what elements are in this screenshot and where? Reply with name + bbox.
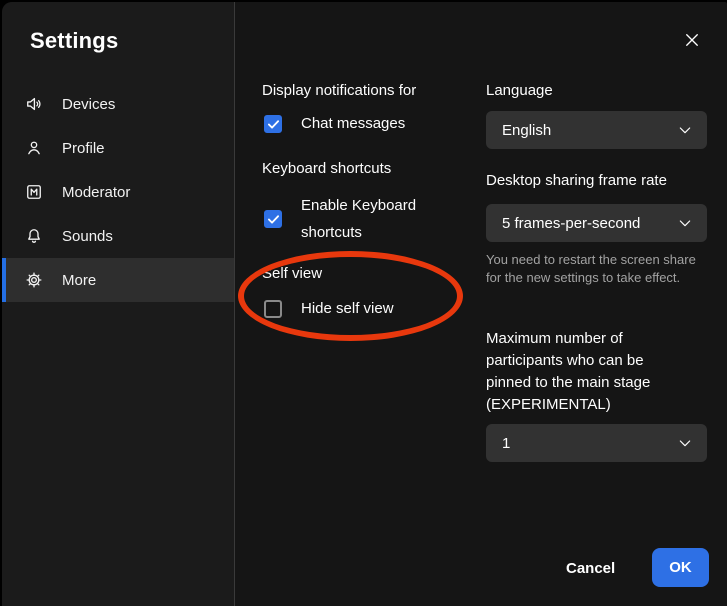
sidebar-nav: Devices Profile Moderator Sounds [2,82,234,302]
keyboard-shortcuts-row: Enable Keyboard shortcuts [264,192,434,246]
settings-dialog: Settings Devices Profile Moderator [2,2,727,606]
chevron-down-icon [677,122,693,138]
dialog-title: Settings [30,28,118,54]
speaker-icon [24,94,44,114]
chat-messages-row: Chat messages [264,110,405,137]
frame-rate-value: 5 frames-per-second [502,215,640,232]
notifications-section-label: Display notifications for [262,82,416,99]
sidebar-item-label: Devices [62,96,115,113]
chevron-down-icon [677,435,693,451]
close-icon [683,31,701,54]
frame-rate-dropdown[interactable]: 5 frames-per-second [486,204,707,242]
language-label: Language [486,82,553,99]
hide-self-view-row: Hide self view [264,295,394,322]
sidebar-item-devices[interactable]: Devices [2,82,234,126]
sidebar-item-more[interactable]: More [2,258,234,302]
max-pinned-label: Maximum number of participants who can b… [486,328,686,416]
sidebar-item-moderator[interactable]: Moderator [2,170,234,214]
hide-self-view-label: Hide self view [301,295,394,322]
cancel-button[interactable]: Cancel [554,550,627,586]
sidebar-item-label: More [62,272,96,289]
language-value: English [502,122,551,139]
sidebar-item-label: Sounds [62,228,113,245]
close-button[interactable] [678,28,706,56]
enable-keyboard-shortcuts-checkbox[interactable] [264,210,282,228]
hide-self-view-checkbox[interactable] [264,300,282,318]
chat-messages-checkbox[interactable] [264,115,282,133]
max-pinned-value: 1 [502,435,510,452]
chevron-down-icon [677,215,693,231]
sidebar-item-profile[interactable]: Profile [2,126,234,170]
language-dropdown[interactable]: English [486,111,707,149]
enable-keyboard-shortcuts-label: Enable Keyboard shortcuts [301,192,431,246]
sidebar-item-sounds[interactable]: Sounds [2,214,234,258]
gear-icon [24,270,44,290]
check-icon [267,214,280,225]
check-icon [267,119,280,130]
frame-rate-label: Desktop sharing frame rate [486,172,667,189]
moderator-icon [24,182,44,202]
settings-sidebar: Settings Devices Profile Moderator [2,2,235,606]
ok-button[interactable]: OK [652,548,709,587]
keyboard-section-label: Keyboard shortcuts [262,160,391,177]
bell-icon [24,226,44,246]
chat-messages-label: Chat messages [301,110,405,137]
max-pinned-dropdown[interactable]: 1 [486,424,707,462]
person-icon [24,138,44,158]
frame-rate-hint: You need to restart the screen share for… [486,251,714,287]
sidebar-item-label: Moderator [62,184,130,201]
self-view-section-label: Self view [262,265,322,282]
sidebar-item-label: Profile [62,140,105,157]
